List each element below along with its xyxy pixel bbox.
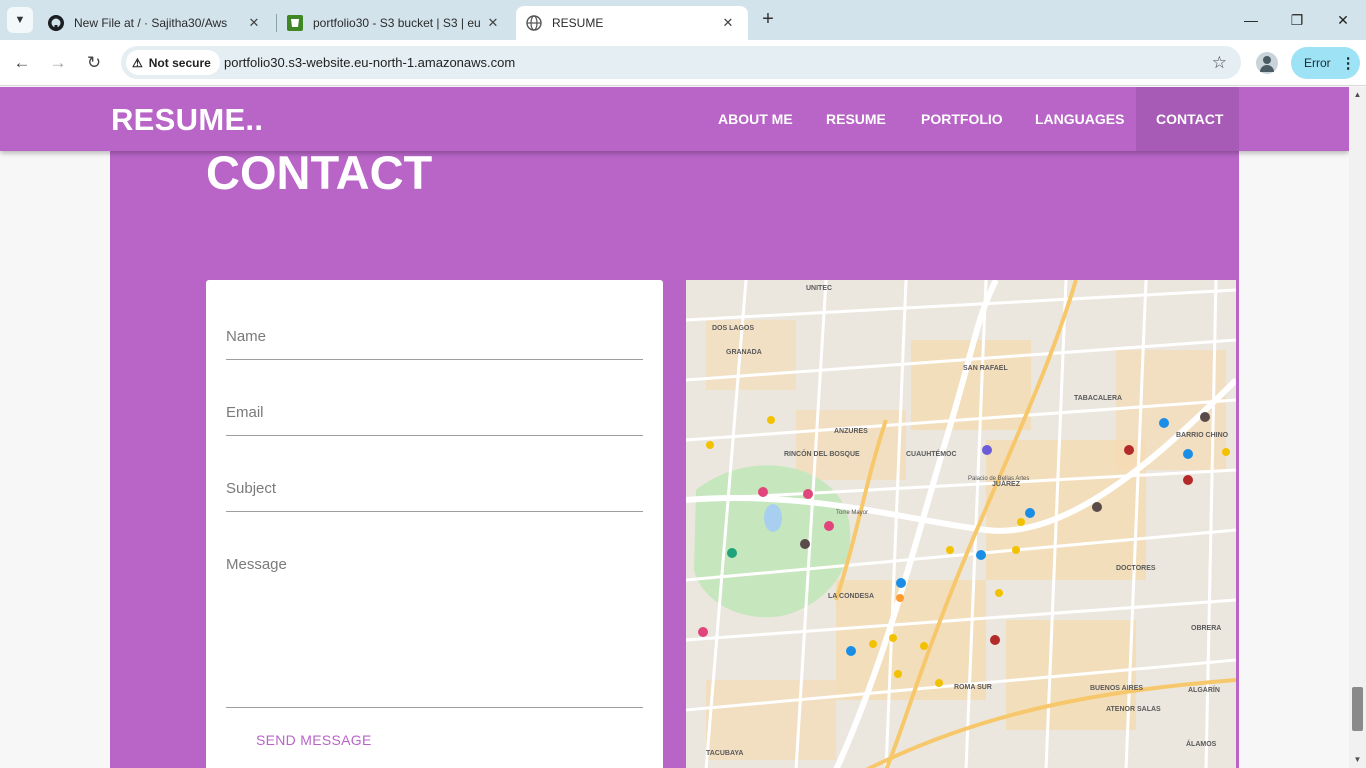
map-label: TABACALERA (1074, 395, 1122, 402)
map-label: UNITEC (806, 285, 832, 292)
warning-icon: ⚠ (132, 55, 143, 70)
message-field[interactable]: Message (226, 556, 643, 708)
aws-s3-icon (287, 15, 303, 31)
tab-title: RESUME (552, 16, 604, 30)
map-label: ALGARÍN (1188, 685, 1220, 694)
reload-icon[interactable]: ↻ (82, 51, 106, 75)
nav-portfolio[interactable]: PORTFOLIO (901, 87, 1023, 151)
site-navbar: RESUME.. ABOUT ME RESUME PORTFOLIO LANGU… (0, 87, 1349, 151)
profile-icon[interactable] (1256, 52, 1278, 74)
error-label: Error (1304, 56, 1331, 70)
new-tab-button[interactable]: + (757, 8, 779, 30)
window-close-icon[interactable]: ✕ (1328, 8, 1358, 32)
forward-icon[interactable]: → (46, 51, 70, 75)
map-label: BUENOS AIRES (1090, 685, 1143, 692)
tab-github[interactable]: New File at / · Sajitha30/Aws ✕ (38, 6, 274, 40)
name-field[interactable]: Name (226, 328, 643, 360)
scroll-down-icon[interactable]: ▼ (1349, 752, 1366, 768)
nav-about-me[interactable]: ABOUT ME (698, 87, 813, 151)
back-icon[interactable]: ← (10, 51, 34, 75)
nav-resume[interactable]: RESUME (806, 87, 906, 151)
close-icon[interactable]: ✕ (485, 15, 501, 31)
map-label: SAN RAFAEL (963, 365, 1008, 372)
subject-field[interactable]: Subject (226, 480, 643, 512)
map-label: BARRIO CHINO (1176, 432, 1229, 439)
email-field[interactable]: Email (226, 404, 643, 436)
browser-toolbar: ← → ↻ ⚠ Not secure portfolio30.s3-websit… (0, 40, 1366, 86)
address-bar[interactable]: ⚠ Not secure portfolio30.s3-website.eu-n… (121, 46, 1241, 79)
tab-title: portfolio30 - S3 bucket | S3 | eu (313, 16, 481, 30)
nav-languages[interactable]: LANGUAGES (1015, 87, 1144, 151)
minimize-icon[interactable]: — (1236, 8, 1266, 32)
embedded-map[interactable]: UNITEC DOS LAGOS GRANADA ANZURES RINCÓN … (686, 280, 1236, 768)
github-icon (48, 15, 64, 31)
more-menu-icon: ⋮ (1340, 55, 1356, 72)
scroll-up-icon[interactable]: ▲ (1349, 87, 1366, 103)
scrollbar-thumb[interactable] (1352, 687, 1363, 731)
security-label: Not secure (148, 55, 211, 70)
bookmark-star-icon[interactable]: ☆ (1212, 53, 1227, 73)
map-label: OBRERA (1191, 625, 1221, 632)
globe-icon (526, 15, 542, 31)
map-label: DOCTORES (1116, 565, 1156, 572)
browser-tab-strip: ▼ New File at / · Sajitha30/Aws ✕ portfo… (0, 0, 1366, 40)
map-label: ROMA SUR (954, 684, 992, 691)
contact-form: Name Email Subject Message SEND MESSAGE (206, 280, 663, 768)
tab-search-button[interactable]: ▼ (7, 7, 33, 33)
map-label: GRANADA (726, 349, 762, 356)
close-icon[interactable]: ✕ (246, 15, 262, 31)
tab-s3-bucket[interactable]: portfolio30 - S3 bucket | S3 | eu ✕ (277, 6, 513, 40)
tab-title: New File at / · Sajitha30/Aws (74, 16, 228, 30)
map-label: RINCÓN DEL BOSQUE (784, 449, 860, 458)
restore-icon[interactable]: ❐ (1282, 8, 1312, 32)
security-chip[interactable]: ⚠ Not secure (126, 50, 220, 75)
site-brand[interactable]: RESUME.. (111, 102, 263, 138)
page-viewport: RESUME.. ABOUT ME RESUME PORTFOLIO LANGU… (0, 87, 1349, 768)
map-label: TACUBAYA (706, 750, 743, 757)
url-text[interactable]: portfolio30.s3-website.eu-north-1.amazon… (224, 55, 515, 70)
map-label: Palacio de Bellas Artes (968, 476, 1029, 482)
error-button[interactable]: Error ⋮ (1291, 47, 1360, 79)
chevron-down-icon: ▼ (14, 14, 26, 26)
map-label: Torre Mayor (836, 510, 868, 516)
nav-contact[interactable]: CONTACT (1136, 87, 1239, 151)
send-message-button[interactable]: SEND MESSAGE (256, 732, 372, 748)
map-label: DOS LAGOS (712, 325, 754, 332)
page-scrollbar[interactable]: ▲ ▼ (1349, 87, 1366, 768)
map-label: ÁLAMOS (1186, 739, 1217, 748)
map-label: ATENOR SALAS (1106, 706, 1161, 713)
tab-resume[interactable]: RESUME ✕ (516, 6, 748, 40)
map-label: CUAUHTÉMOC (906, 449, 957, 458)
map-canvas: UNITEC DOS LAGOS GRANADA ANZURES RINCÓN … (686, 280, 1236, 768)
map-label: LA CONDESA (828, 593, 874, 600)
close-icon[interactable]: ✕ (720, 15, 736, 31)
section-title: CONTACT (206, 146, 433, 199)
map-label: ANZURES (834, 428, 868, 435)
